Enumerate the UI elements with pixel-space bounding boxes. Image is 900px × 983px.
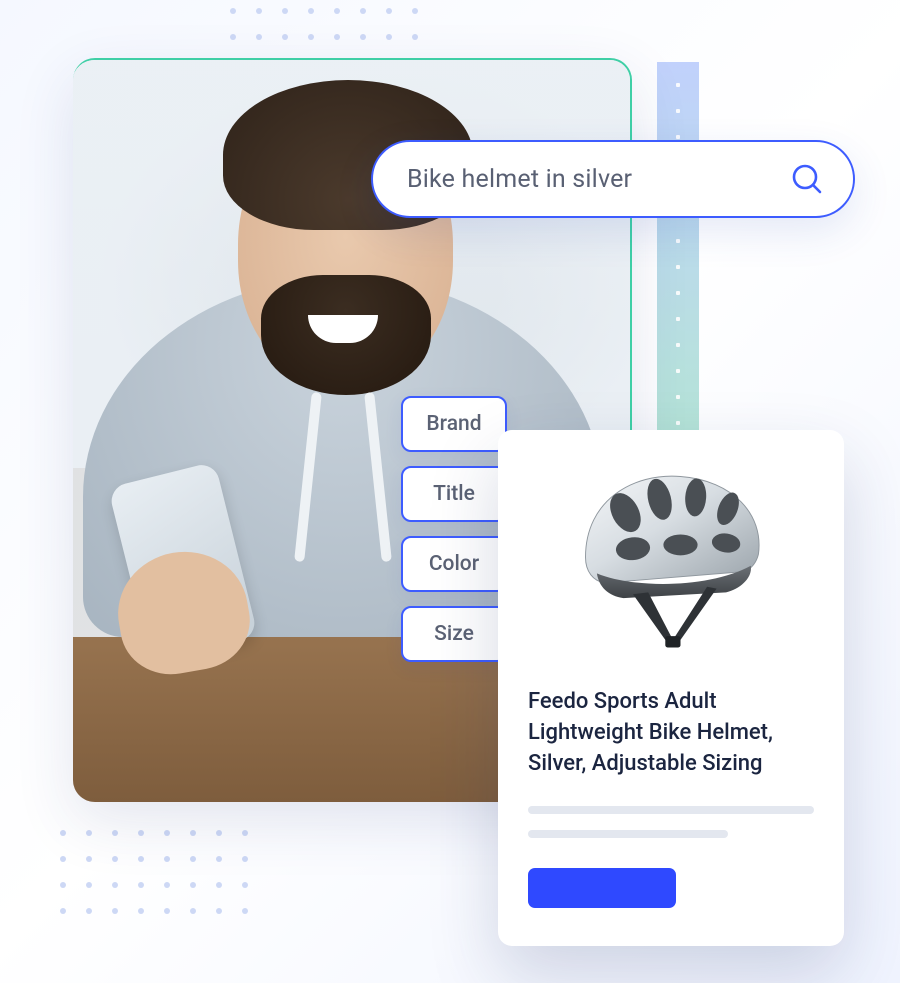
attribute-chip-size[interactable]: Size bbox=[401, 606, 507, 662]
decorative-dots-bottom bbox=[60, 830, 248, 914]
product-image bbox=[528, 452, 814, 672]
product-cta-button[interactable] bbox=[528, 868, 676, 908]
attribute-chip-brand[interactable]: Brand bbox=[401, 396, 507, 452]
search-icon[interactable] bbox=[785, 157, 829, 201]
attribute-chip-color[interactable]: Color bbox=[401, 536, 507, 592]
attribute-chip-title[interactable]: Title bbox=[401, 466, 507, 522]
product-title: Feedo Sports Adult Lightweight Bike Helm… bbox=[528, 686, 814, 780]
skeleton-line bbox=[528, 830, 728, 838]
attribute-chip-list: Brand Title Color Size bbox=[401, 396, 507, 662]
decorative-dots-top bbox=[230, 8, 418, 40]
decorative-vertical-strip bbox=[657, 62, 699, 440]
product-card: Feedo Sports Adult Lightweight Bike Helm… bbox=[498, 430, 844, 946]
search-bar[interactable]: Bike helmet in silver bbox=[371, 140, 855, 218]
skeleton-line bbox=[528, 806, 814, 814]
search-query-text: Bike helmet in silver bbox=[407, 165, 785, 194]
